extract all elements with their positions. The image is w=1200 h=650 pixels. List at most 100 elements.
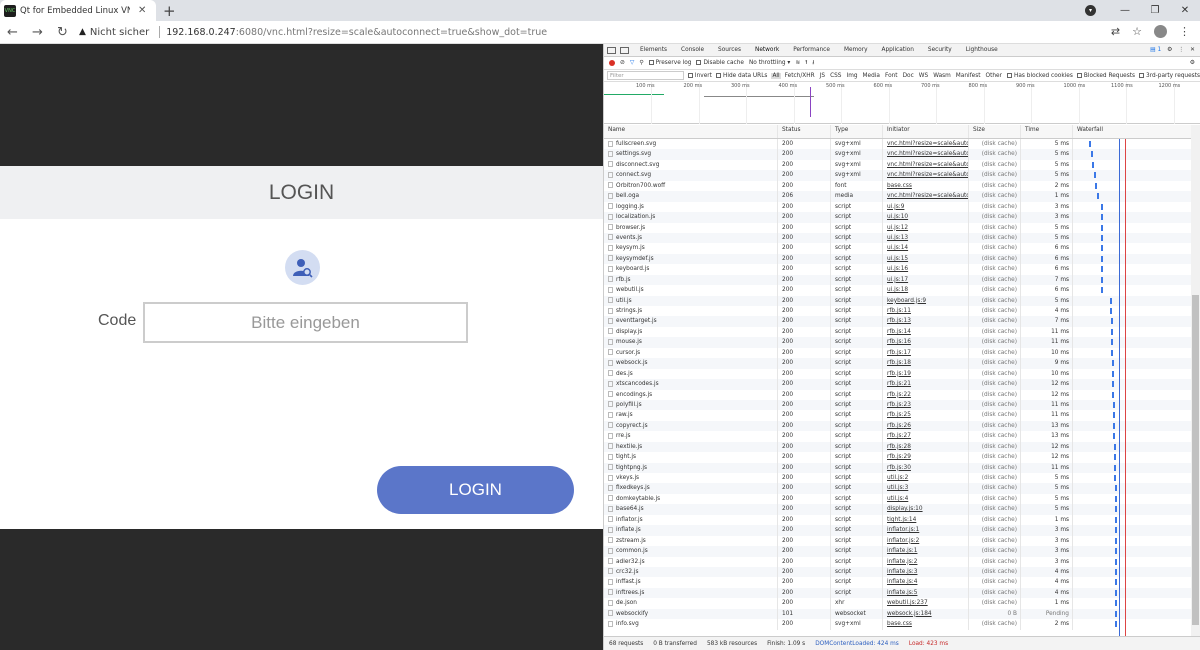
- request-name[interactable]: browser.js: [604, 222, 778, 233]
- request-initiator[interactable]: inflate.js:4: [883, 577, 969, 588]
- column-header-type[interactable]: Type: [831, 125, 883, 138]
- type-filter-manifest[interactable]: Manifest: [955, 73, 982, 79]
- request-name[interactable]: de.json: [604, 598, 778, 609]
- request-name[interactable]: mouse.js: [604, 337, 778, 348]
- request-initiator[interactable]: rfb.js:11: [883, 306, 969, 317]
- request-row[interactable]: hextile.js 200 script rfb.js:28 (disk cache)…: [604, 441, 1192, 453]
- request-name[interactable]: websockify: [604, 608, 778, 620]
- request-initiator[interactable]: util.js:2: [883, 473, 969, 484]
- request-name[interactable]: logging.js: [604, 201, 778, 213]
- request-initiator[interactable]: rfb.js:19: [883, 368, 969, 380]
- reload-icon[interactable]: ↻: [50, 25, 75, 40]
- request-name[interactable]: tight.js: [604, 452, 778, 463]
- request-row[interactable]: eventtarget.js 200 script rfb.js:13 (disk ca…: [604, 316, 1192, 327]
- request-name[interactable]: base64.js: [604, 504, 778, 515]
- request-initiator[interactable]: display.js:10: [883, 504, 969, 515]
- request-row[interactable]: domkeytable.js 200 script util.js:4 (disk ca…: [604, 493, 1192, 505]
- request-row[interactable]: strings.js 200 script rfb.js:11 (disk cache)…: [604, 306, 1192, 317]
- request-initiator[interactable]: ui.js:13: [883, 232, 969, 244]
- request-row[interactable]: des.js 200 script rfb.js:19 (disk cache) 10 m…: [604, 368, 1192, 380]
- request-name[interactable]: adler32.js: [604, 556, 778, 567]
- request-name[interactable]: keysymdef.js: [604, 253, 778, 265]
- request-row[interactable]: connect.svg 200 svg+xml vnc.html?resize=sca…: [604, 170, 1192, 181]
- type-filter-doc[interactable]: Doc: [902, 73, 915, 79]
- type-filter-media[interactable]: Media: [862, 73, 881, 79]
- column-header-status[interactable]: Status: [778, 125, 831, 138]
- request-row[interactable]: localization.js 200 script ui.js:10 (disk ca…: [604, 212, 1192, 223]
- code-input[interactable]: Bitte eingeben: [143, 302, 468, 343]
- request-row[interactable]: xtscancodes.js 200 script rfb.js:21 (disk ca…: [604, 379, 1192, 390]
- request-name[interactable]: display.js: [604, 326, 778, 338]
- request-initiator[interactable]: inflator.js:2: [883, 535, 969, 547]
- request-initiator[interactable]: keyboard.js:9: [883, 295, 969, 306]
- new-tab-button[interactable]: +: [163, 2, 176, 20]
- request-name[interactable]: websock.js: [604, 358, 778, 369]
- request-initiator[interactable]: inflate.js:3: [883, 566, 969, 578]
- wifi-conditions-icon[interactable]: ≋: [795, 60, 800, 66]
- type-filter-ws[interactable]: WS: [918, 73, 929, 79]
- type-filter-fetchxhr[interactable]: Fetch/XHR: [784, 73, 816, 79]
- column-header-time[interactable]: Time: [1021, 125, 1073, 138]
- insecure-label[interactable]: Nicht sicher: [90, 27, 149, 38]
- request-name[interactable]: strings.js: [604, 306, 778, 317]
- issues-badge[interactable]: ▤ 1: [1150, 47, 1161, 53]
- scrollbar-thumb[interactable]: [1192, 295, 1199, 625]
- request-row[interactable]: tightpng.js 200 script rfb.js:30 (disk cache…: [604, 462, 1192, 473]
- filter-icon[interactable]: ▽: [630, 60, 634, 66]
- inspect-element-icon[interactable]: [607, 46, 616, 54]
- request-initiator[interactable]: ui.js:16: [883, 264, 969, 275]
- request-row[interactable]: fixedkeys.js 200 script util.js:3 (disk cach…: [604, 483, 1192, 494]
- request-row[interactable]: logging.js 200 script ui.js:9 (disk cache) 3 …: [604, 201, 1192, 213]
- request-name[interactable]: connect.svg: [604, 170, 778, 181]
- request-row[interactable]: adler32.js 200 script inflate.js:2 (disk cac…: [604, 556, 1192, 567]
- request-name[interactable]: rfb.js: [604, 274, 778, 286]
- request-row[interactable]: keyboard.js 200 script ui.js:16 (disk cache)…: [604, 264, 1192, 275]
- request-initiator[interactable]: util.js:3: [883, 483, 969, 494]
- menu-kebab-icon[interactable]: ⋮: [1179, 25, 1190, 38]
- request-name[interactable]: common.js: [604, 546, 778, 557]
- request-name[interactable]: cursor.js: [604, 347, 778, 359]
- third-party-checkbox[interactable]: 3rd-party requests: [1139, 72, 1200, 79]
- request-row[interactable]: websockify 101 websocket websock.js:184 0 BP…: [604, 608, 1192, 620]
- device-toolbar-icon[interactable]: [620, 46, 629, 54]
- request-initiator[interactable]: rfb.js:22: [883, 389, 969, 400]
- request-row[interactable]: browser.js 200 script ui.js:12 (disk cache) 5…: [604, 222, 1192, 233]
- request-row[interactable]: common.js 200 script inflate.js:1 (disk cach…: [604, 546, 1192, 557]
- request-initiator[interactable]: rfb.js:26: [883, 420, 969, 432]
- request-initiator[interactable]: ui.js:10: [883, 212, 969, 223]
- tab-close-icon[interactable]: ✕: [138, 5, 146, 16]
- request-name[interactable]: inflator.js: [604, 514, 778, 526]
- request-initiator[interactable]: ui.js:9: [883, 201, 969, 213]
- request-name[interactable]: inftrees.js: [604, 587, 778, 599]
- request-initiator[interactable]: ui.js:17: [883, 274, 969, 286]
- request-name[interactable]: vkeys.js: [604, 473, 778, 484]
- request-name[interactable]: hextile.js: [604, 441, 778, 453]
- login-button[interactable]: LOGIN: [377, 466, 574, 514]
- request-row[interactable]: settings.svg 200 svg+xml vnc.html?resize=sc…: [604, 149, 1192, 160]
- tab-search-icon[interactable]: ▾: [1085, 5, 1096, 16]
- request-initiator[interactable]: rfb.js:25: [883, 410, 969, 421]
- search-icon[interactable]: ⚲: [639, 60, 643, 66]
- request-row[interactable]: copyrect.js 200 script rfb.js:26 (disk cache…: [604, 420, 1192, 432]
- request-row[interactable]: keysym.js 200 script ui.js:14 (disk cache) 6 …: [604, 243, 1192, 254]
- back-icon[interactable]: ←: [0, 25, 25, 40]
- request-name[interactable]: fullscreen.svg: [604, 139, 778, 150]
- request-row[interactable]: disconnect.svg 200 svg+xml vnc.html?resize=…: [604, 159, 1192, 171]
- request-name[interactable]: events.js: [604, 232, 778, 244]
- request-name[interactable]: encodings.js: [604, 389, 778, 400]
- request-row[interactable]: tight.js 200 script rfb.js:29 (disk cache) 12…: [604, 452, 1192, 463]
- request-name[interactable]: inffast.js: [604, 577, 778, 588]
- close-window-icon[interactable]: ✕: [1170, 5, 1200, 16]
- tab-memory[interactable]: Memory: [837, 47, 875, 53]
- disable-cache-checkbox[interactable]: Disable cache: [696, 60, 744, 66]
- request-initiator[interactable]: rfb.js:18: [883, 358, 969, 369]
- devtools-settings-icon[interactable]: ⚙: [1167, 47, 1172, 53]
- request-name[interactable]: tightpng.js: [604, 462, 778, 473]
- column-header-name[interactable]: Name: [604, 125, 778, 138]
- request-initiator[interactable]: inflate.js:1: [883, 546, 969, 557]
- request-name[interactable]: zstream.js: [604, 535, 778, 547]
- blocked-cookies-checkbox[interactable]: Has blocked cookies: [1007, 72, 1073, 79]
- request-row[interactable]: Orbitron700.woff 200 font base.css (disk cac…: [604, 180, 1192, 192]
- blocked-requests-checkbox[interactable]: Blocked Requests: [1076, 72, 1135, 79]
- export-har-icon[interactable]: ⭳: [812, 58, 814, 68]
